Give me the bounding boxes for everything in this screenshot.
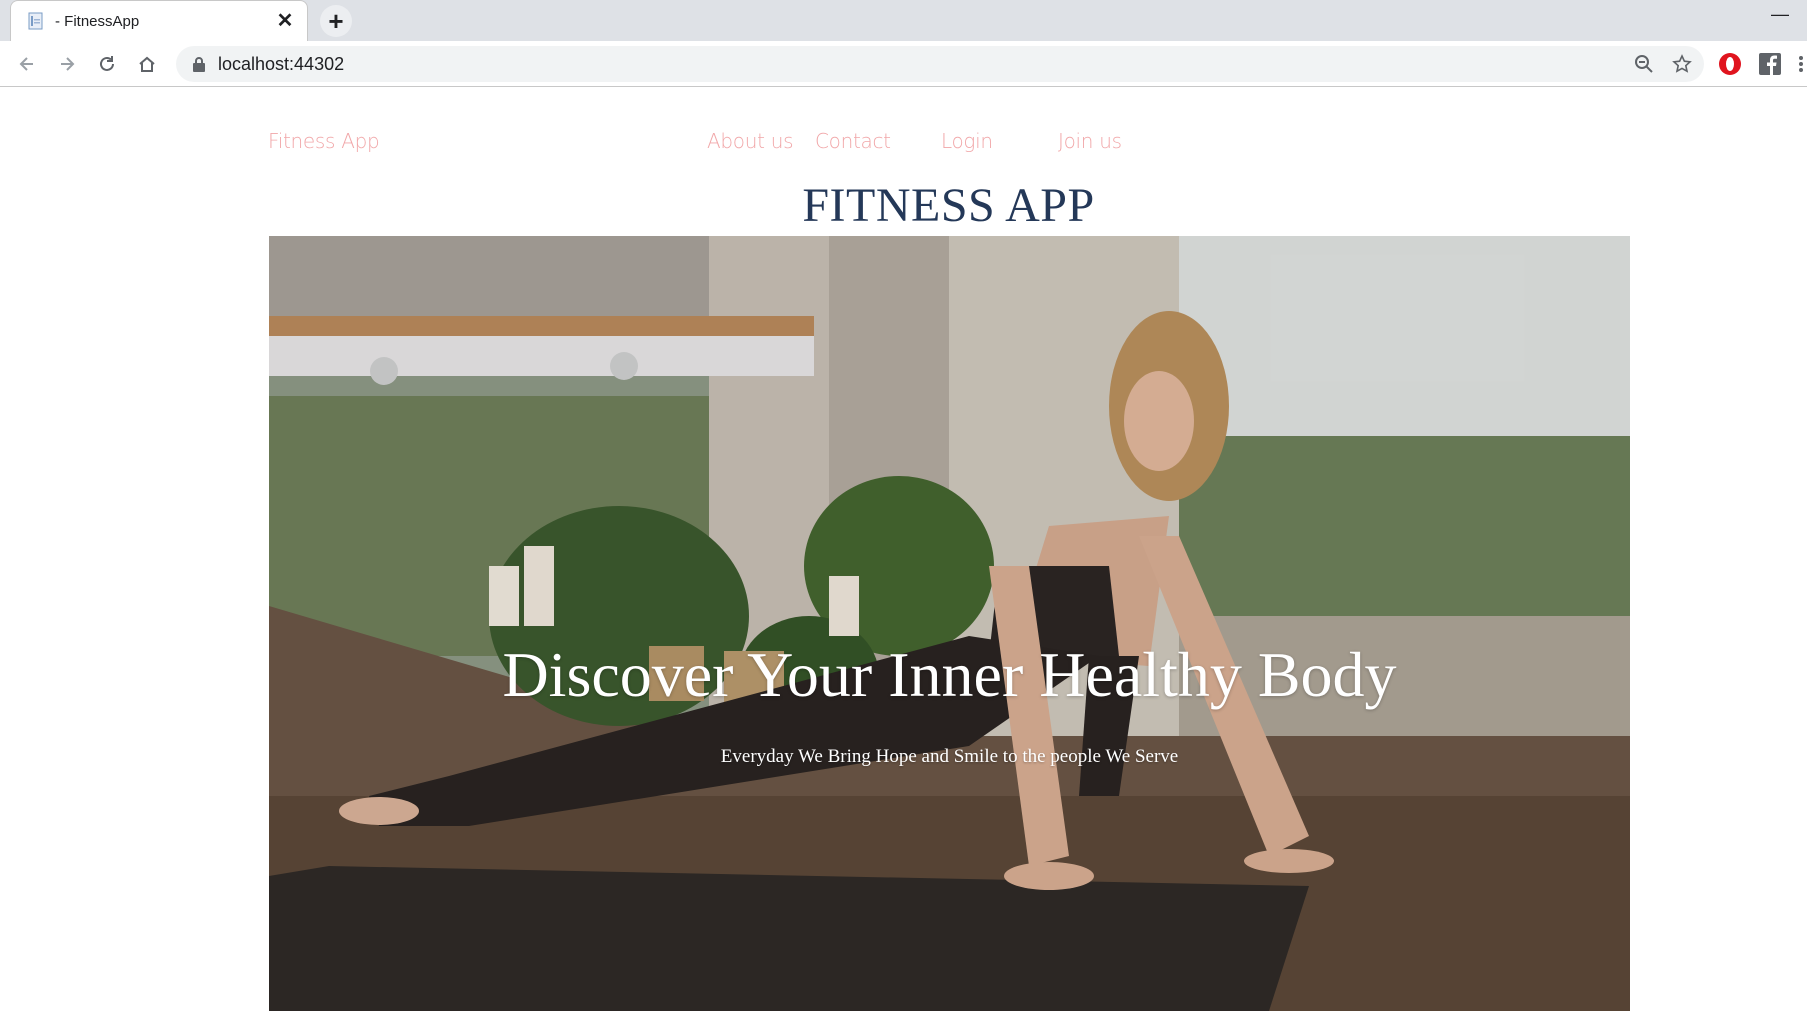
hero-banner: Discover Your Inner Healthy Body Everyda…: [269, 236, 1630, 1011]
tab-close-icon[interactable]: ✕: [273, 9, 297, 33]
hero-photo: [269, 236, 1630, 1011]
browser-tab[interactable]: - FitnessApp ✕: [10, 0, 308, 41]
star-icon[interactable]: [1670, 52, 1694, 76]
minimize-window-button[interactable]: —: [1767, 4, 1793, 30]
nav-link-about-us[interactable]: About us: [707, 129, 793, 153]
arrow-right-icon[interactable]: [52, 49, 82, 79]
tab-title: - FitnessApp: [55, 13, 140, 30]
nav-link-join-us[interactable]: Join us: [1058, 129, 1122, 153]
nav-link-login[interactable]: Login: [941, 129, 993, 153]
page-title: FITNESS APP: [802, 179, 1095, 232]
browser-tabstrip: - FitnessApp ✕ + —: [0, 0, 1807, 41]
nav-brand-link[interactable]: Fitness App: [268, 129, 380, 153]
zoom-icon[interactable]: [1632, 52, 1656, 76]
browser-toolbar: localhost:44302: [0, 41, 1807, 87]
nav-link-contact[interactable]: Contact: [815, 129, 891, 153]
facebook-icon[interactable]: [1756, 50, 1784, 78]
home-icon[interactable]: [132, 49, 162, 79]
page-favicon-icon: [28, 12, 43, 30]
url-text[interactable]: localhost:44302: [218, 54, 344, 75]
new-tab-button[interactable]: +: [320, 5, 352, 37]
hero-headline: Discover Your Inner Healthy Body: [502, 639, 1397, 710]
arrow-left-icon[interactable]: [12, 49, 42, 79]
hero-subtitle: Everyday We Bring Hope and Smile to the …: [720, 746, 1179, 767]
opera-icon[interactable]: [1716, 50, 1744, 78]
lock-icon: [193, 57, 205, 72]
reload-icon[interactable]: [92, 49, 122, 79]
address-bar[interactable]: localhost:44302: [176, 46, 1704, 82]
extensions-overflow-icon[interactable]: [1794, 50, 1807, 78]
